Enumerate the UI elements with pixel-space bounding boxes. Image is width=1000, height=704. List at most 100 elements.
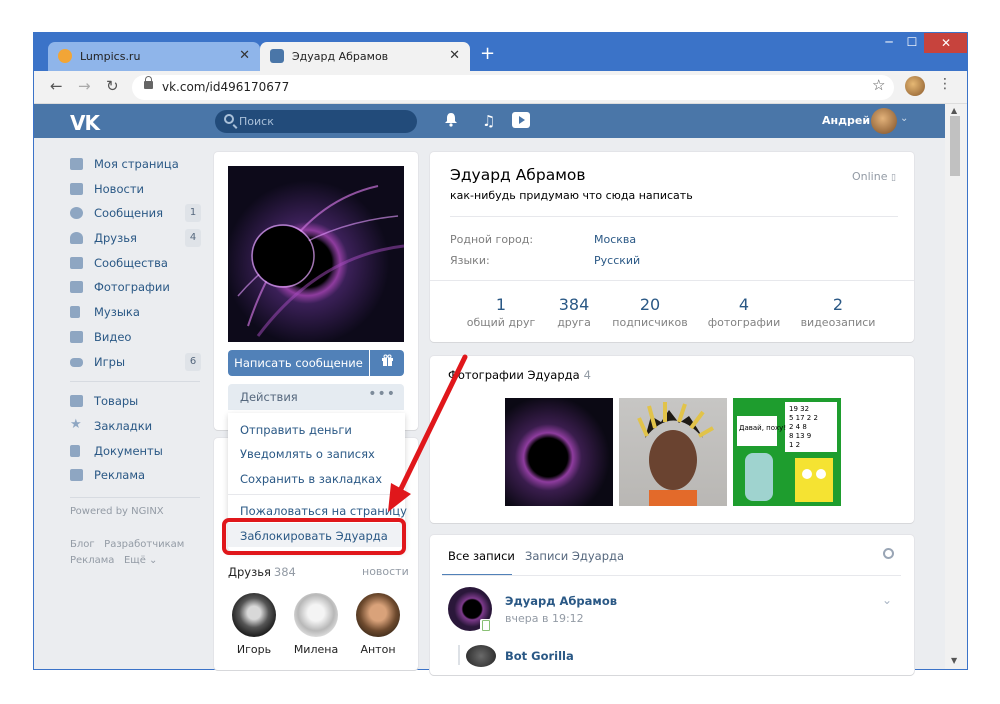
sidebar-item-photos[interactable]: Фотографии bbox=[70, 276, 205, 301]
repost-author-name[interactable]: Bot Gorilla bbox=[505, 649, 574, 663]
friend-name[interactable]: Игорь bbox=[224, 643, 284, 656]
play-icon[interactable] bbox=[511, 111, 531, 133]
counter-number[interactable]: 2 bbox=[788, 295, 888, 314]
new-tab-button[interactable]: + bbox=[480, 43, 495, 64]
meme-numbers: 19 32 5 17 2 2 2 4 8 8 13 9 1 2 bbox=[789, 405, 818, 449]
photo-thumbnail[interactable]: Давай, поху! 19 32 5 17 2 2 2 4 8 8 13 9… bbox=[733, 398, 841, 506]
bookmark-star-icon[interactable]: ☆ bbox=[872, 76, 885, 94]
close-tab-icon[interactable]: ✕ bbox=[239, 48, 250, 63]
page-scrollbar[interactable]: ▲ ▼ bbox=[945, 104, 967, 669]
counter-label[interactable]: подписчиков bbox=[600, 316, 700, 329]
post-author-name[interactable]: Эдуард Абрамов bbox=[505, 594, 617, 608]
friend-avatar[interactable] bbox=[232, 593, 276, 637]
highlight-frame bbox=[222, 518, 406, 555]
vk-search-input[interactable]: Поиск bbox=[215, 110, 417, 133]
header-avatar[interactable] bbox=[871, 108, 897, 134]
mobile-icon: ▯ bbox=[890, 173, 896, 183]
sidebar-item-my-page[interactable]: Моя страница bbox=[70, 153, 205, 178]
friend-avatar[interactable] bbox=[356, 593, 400, 637]
chevron-down-icon[interactable]: ⌄ bbox=[882, 593, 892, 607]
actions-button[interactable]: Действия ••• bbox=[228, 384, 404, 410]
scroll-down-icon[interactable]: ▼ bbox=[951, 656, 957, 665]
profile-avatar[interactable] bbox=[228, 166, 404, 342]
sidebar-item-video[interactable]: Видео bbox=[70, 326, 205, 351]
forward-arrow-icon[interactable]: → bbox=[78, 77, 91, 95]
sidebar-item-friends[interactable]: Друзья 4 bbox=[70, 227, 205, 252]
footer-link-more[interactable]: Ещё ⌄ bbox=[124, 555, 157, 566]
sidebar-item-bookmarks[interactable]: ★ Закладки bbox=[70, 415, 205, 440]
close-window-button[interactable]: ✕ bbox=[924, 33, 967, 53]
repost-author-avatar[interactable] bbox=[466, 645, 496, 667]
wall-search-icon[interactable] bbox=[883, 548, 894, 559]
footer-link-blog[interactable]: Блог bbox=[70, 539, 95, 550]
friend-name[interactable]: Антон bbox=[348, 643, 408, 656]
scrollbar-thumb[interactable] bbox=[950, 116, 960, 176]
info-value-languages[interactable]: Русский bbox=[594, 254, 640, 267]
document-icon bbox=[70, 444, 80, 457]
tab-vk-profile[interactable]: Эдуард Абрамов ✕ bbox=[260, 42, 470, 71]
gift-icon bbox=[381, 354, 393, 366]
maximize-button[interactable]: ☐ bbox=[901, 35, 923, 55]
menu-item-notify-posts[interactable]: Уведомлять о записях bbox=[240, 447, 375, 461]
counter-label[interactable]: видеозаписи bbox=[788, 316, 888, 329]
vk-favicon-icon bbox=[270, 49, 284, 63]
close-tab-icon[interactable]: ✕ bbox=[449, 48, 460, 63]
browser-menu-icon[interactable]: ⋮ bbox=[938, 76, 952, 92]
minimize-button[interactable]: ─ bbox=[879, 35, 899, 55]
friends-news-link[interactable]: новости bbox=[362, 565, 409, 578]
photo-thumbnail[interactable] bbox=[619, 398, 727, 506]
footer-link-dev[interactable]: Разработчикам bbox=[104, 539, 184, 550]
menu-item-save-bookmarks[interactable]: Сохранить в закладках bbox=[240, 472, 382, 486]
tab-user-posts[interactable]: Записи Эдуарда bbox=[525, 549, 624, 563]
write-message-button[interactable]: Написать сообщение bbox=[228, 350, 369, 376]
url-field[interactable]: vk.com/id496170677 bbox=[132, 75, 894, 100]
scroll-up-icon[interactable]: ▲ bbox=[951, 106, 957, 115]
vk-logo[interactable]: VK bbox=[70, 111, 100, 135]
browser-profile-avatar[interactable] bbox=[905, 76, 925, 96]
music-icon[interactable]: ♫ bbox=[482, 112, 495, 130]
counter-number[interactable]: 4 bbox=[694, 295, 794, 314]
search-icon bbox=[224, 114, 234, 124]
sidebar-item-label: Музыка bbox=[94, 305, 140, 320]
back-arrow-icon[interactable]: ← bbox=[50, 77, 63, 95]
photo-thumbnail[interactable] bbox=[505, 398, 613, 506]
sidebar-item-messages[interactable]: Сообщения 1 bbox=[70, 202, 205, 227]
sidebar-divider bbox=[70, 496, 200, 498]
bell-icon[interactable] bbox=[444, 112, 458, 131]
address-bar: ← → ↻ vk.com/id496170677 ☆ ⋮ bbox=[34, 71, 967, 104]
chevron-down-icon[interactable]: ⌄ bbox=[900, 113, 908, 124]
sidebar-item-label: Видео bbox=[94, 329, 132, 344]
gift-button[interactable] bbox=[370, 350, 404, 376]
sidebar-item-news[interactable]: Новости bbox=[70, 178, 205, 203]
powered-by-text: Powered by NGINX bbox=[70, 505, 164, 517]
friend-avatar[interactable] bbox=[294, 593, 338, 637]
post-time[interactable]: вчера в 19:12 bbox=[505, 612, 584, 625]
reload-icon[interactable]: ↻ bbox=[106, 77, 119, 95]
header-user-name[interactable]: Андрей bbox=[822, 114, 870, 127]
menu-item-send-money[interactable]: Отправить деньги bbox=[240, 423, 352, 437]
left-sidebar: Моя страница Новости Сообщения 1 Друзья 4 … bbox=[70, 153, 205, 566]
info-value-city[interactable]: Москва bbox=[594, 233, 636, 246]
sidebar-item-ads[interactable]: Реклама bbox=[70, 464, 205, 489]
friends-title[interactable]: Друзья 384 bbox=[228, 565, 296, 579]
sidebar-item-games[interactable]: Игры 6 bbox=[70, 351, 205, 376]
megaphone-icon bbox=[70, 469, 83, 482]
sidebar-item-goods[interactable]: Товары bbox=[70, 390, 205, 415]
sidebar-item-documents[interactable]: Документы bbox=[70, 440, 205, 465]
counter-number[interactable]: 20 bbox=[600, 295, 700, 314]
sidebar-item-label: Моя страница bbox=[94, 157, 179, 171]
wall-card: Все записи Записи Эдуарда Эдуард Абрамов… bbox=[430, 535, 914, 675]
sidebar-item-groups[interactable]: Сообщества bbox=[70, 252, 205, 277]
video-icon bbox=[70, 330, 83, 343]
sidebar-item-music[interactable]: Музыка bbox=[70, 301, 205, 326]
tab-lumpics[interactable]: Lumpics.ru ✕ bbox=[48, 42, 260, 71]
footer-link-ads[interactable]: Реклама bbox=[70, 555, 114, 566]
friend-name[interactable]: Милена bbox=[286, 643, 346, 656]
counter-label[interactable]: фотографии bbox=[694, 316, 794, 329]
menu-item-report-page[interactable]: Пожаловаться на страницу bbox=[240, 504, 407, 518]
photos-title[interactable]: Фотографии Эдуарда 4 bbox=[448, 368, 591, 382]
tab-all-posts[interactable]: Все записи bbox=[448, 549, 515, 563]
counter-badge: 1 bbox=[185, 204, 201, 223]
sidebar-item-label: Игры bbox=[94, 354, 126, 369]
photos-title-text: Фотографии Эдуарда bbox=[448, 368, 580, 382]
